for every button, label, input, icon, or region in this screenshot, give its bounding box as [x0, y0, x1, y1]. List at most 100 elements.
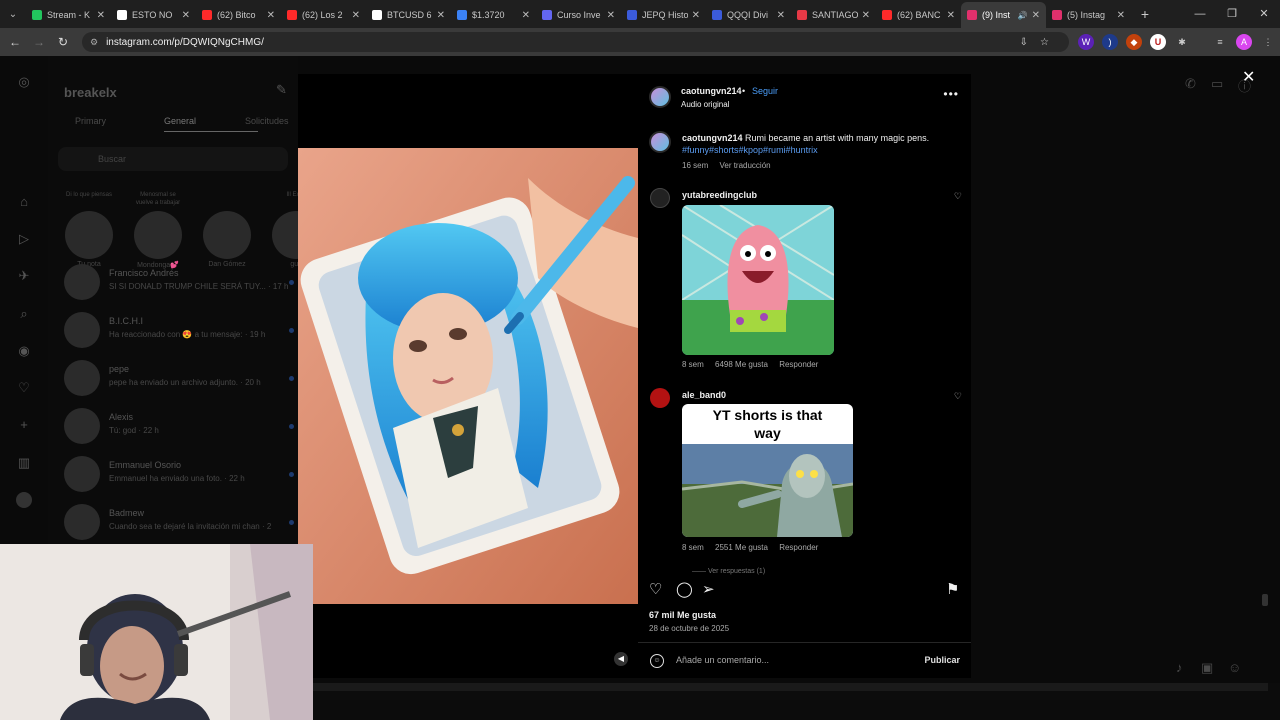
- share-icon[interactable]: ➢: [702, 580, 715, 598]
- tab-close-icon[interactable]: ✕: [352, 10, 360, 21]
- note-item[interactable]: Dan Gómez: [203, 191, 251, 268]
- bookmark-star-icon[interactable]: ☆: [1040, 37, 1061, 48]
- note-item[interactable]: Menosmal se vuelve a trabajar Mondonga💕: [134, 191, 182, 269]
- commenter-avatar[interactable]: [650, 388, 670, 408]
- explore-icon[interactable]: ◉: [16, 343, 32, 359]
- author-avatar[interactable]: [649, 86, 671, 108]
- tab-close-icon[interactable]: ✕: [862, 10, 870, 21]
- like-count[interactable]: 67 mil Me gusta: [649, 610, 716, 620]
- install-icon[interactable]: ⇩: [1020, 37, 1040, 48]
- post-media[interactable]: ◀: [298, 74, 638, 678]
- new-tab-button[interactable]: +: [1131, 6, 1159, 22]
- media-control-icon[interactable]: ≡: [1212, 34, 1228, 50]
- chat-item[interactable]: Francisco Andrés SI SI DONALD TRUMP CHILE…: [64, 264, 294, 304]
- commenter-username[interactable]: yutabreedingclub: [682, 190, 757, 200]
- tab-close-icon[interactable]: ✕: [182, 10, 190, 21]
- dm-username[interactable]: breakelx: [64, 85, 117, 100]
- browser-tab[interactable]: SANTIAGO ✕: [791, 2, 876, 28]
- tab-close-icon[interactable]: ✕: [97, 10, 105, 21]
- note-item[interactable]: Di lo que piensasTu nota: [65, 191, 113, 268]
- caption-avatar[interactable]: [649, 131, 671, 153]
- extensions-puzzle-icon[interactable]: ✱: [1174, 34, 1190, 50]
- like-heart-icon[interactable]: ♡: [649, 580, 662, 598]
- reply-button[interactable]: Responder: [779, 360, 818, 369]
- tab-close-icon[interactable]: ✕: [692, 10, 700, 21]
- home-icon[interactable]: ⌂: [16, 194, 32, 210]
- chat-item[interactable]: pepe pepe ha enviado un archivo adjunto. …: [64, 360, 294, 400]
- dm-search-input[interactable]: Buscar: [58, 147, 288, 171]
- menu-dots-icon[interactable]: ⋮: [1260, 34, 1276, 50]
- comment-like-icon[interactable]: ♡: [954, 391, 962, 402]
- translate-link[interactable]: Ver traducción: [719, 161, 770, 170]
- tab-audio-icon[interactable]: 🔊: [1018, 11, 1028, 20]
- dashboard-icon[interactable]: ▥: [16, 455, 32, 471]
- back-icon[interactable]: ←: [3, 35, 27, 49]
- browser-tab[interactable]: (62) Bitco ✕: [196, 2, 281, 28]
- image-icon[interactable]: ▣: [1201, 660, 1213, 676]
- comment-gif[interactable]: [682, 205, 834, 355]
- page-scrollbar[interactable]: [1262, 594, 1268, 606]
- browser-tab[interactable]: Stream - K ✕: [26, 2, 111, 28]
- caption-username[interactable]: caotungvn214: [682, 133, 743, 143]
- extension-icon[interactable]: ◆: [1126, 34, 1142, 50]
- audio-label[interactable]: Audio original: [681, 100, 729, 109]
- chat-item[interactable]: Badmew Cuando sea te dejaré la invitación…: [64, 504, 294, 544]
- instagram-logo-icon[interactable]: ◎: [16, 74, 32, 90]
- horizontal-scrollbar[interactable]: [313, 683, 1268, 691]
- browser-tab[interactable]: QQQI Divi ✕: [706, 2, 791, 28]
- maximize-button[interactable]: ❐: [1216, 0, 1248, 28]
- emoji-icon[interactable]: ☺: [650, 654, 664, 668]
- comment-gif[interactable]: YT shorts is that way: [682, 404, 853, 537]
- browser-tab[interactable]: Curso Inve ✕: [536, 2, 621, 28]
- tab-close-icon[interactable]: ✕: [777, 10, 785, 21]
- tab-close-icon[interactable]: ✕: [267, 10, 275, 21]
- call-icon[interactable]: ✆: [1185, 76, 1196, 92]
- video-call-icon[interactable]: ▭: [1211, 76, 1223, 92]
- save-bookmark-icon[interactable]: ⚑: [946, 580, 959, 598]
- search-icon[interactable]: ⌕: [16, 306, 32, 322]
- chat-item[interactable]: Alexis Tú: god · 22 h: [64, 408, 294, 448]
- notifications-heart-icon[interactable]: ♡: [16, 380, 32, 396]
- comment-likes[interactable]: 6498 Me gusta: [715, 360, 768, 369]
- reels-icon[interactable]: ▷: [16, 231, 32, 247]
- tab-close-icon[interactable]: ✕: [607, 10, 615, 21]
- site-info-icon[interactable]: ⚙: [90, 37, 98, 48]
- more-options-icon[interactable]: •••: [943, 87, 959, 101]
- tab-close-icon[interactable]: ✕: [1032, 10, 1040, 21]
- new-message-icon[interactable]: ✎: [276, 82, 287, 98]
- tab-close-icon[interactable]: ✕: [437, 10, 445, 21]
- tab-general[interactable]: General: [164, 116, 258, 132]
- follow-button[interactable]: Seguir: [752, 86, 778, 96]
- browser-tab[interactable]: $1.3720 ✕: [451, 2, 536, 28]
- tab-primary[interactable]: Primary: [75, 116, 106, 126]
- tab-close-icon[interactable]: ✕: [1117, 10, 1125, 21]
- author-username[interactable]: caotungvn214: [681, 86, 742, 96]
- commenter-avatar[interactable]: [650, 188, 670, 208]
- commenter-username[interactable]: ale_band0: [682, 390, 726, 400]
- forward-icon[interactable]: →: [27, 35, 51, 49]
- voice-message-icon[interactable]: ♪: [1176, 660, 1183, 675]
- chat-item[interactable]: Emmanuel Osorio Emmanuel ha enviado una f…: [64, 456, 294, 496]
- comment-icon[interactable]: ◯: [676, 580, 693, 598]
- browser-tab[interactable]: (62) BANC ✕: [876, 2, 961, 28]
- caption-hashtags[interactable]: #funny#shorts#kpop#rumi#huntrix: [682, 145, 818, 155]
- extension-icon[interactable]: ): [1102, 34, 1118, 50]
- mute-icon[interactable]: ◀: [614, 652, 628, 666]
- comment-likes[interactable]: 2551 Me gusta: [715, 543, 768, 552]
- tab-close-icon[interactable]: ✕: [522, 10, 530, 21]
- tab-close-icon[interactable]: ✕: [947, 10, 955, 21]
- publish-button[interactable]: Publicar: [924, 655, 960, 665]
- browser-tab[interactable]: (62) Los 2 ✕: [281, 2, 366, 28]
- create-icon[interactable]: +: [16, 417, 32, 433]
- messenger-icon[interactable]: ✈: [16, 268, 32, 284]
- minimize-button[interactable]: —: [1184, 0, 1216, 28]
- profile-icon[interactable]: [16, 492, 32, 508]
- tab-requests[interactable]: Solicitudes: [245, 116, 289, 126]
- browser-tab[interactable]: BTCUSD 6 ✕: [366, 2, 451, 28]
- address-bar[interactable]: ⚙ instagram.com/p/DQWIQNgCHMG/ ⇩☆: [82, 32, 1069, 52]
- extension-icon[interactable]: W: [1078, 34, 1094, 50]
- browser-tab[interactable]: JEPQ Histo ✕: [621, 2, 706, 28]
- chat-item[interactable]: B.I.C.H.I Ha reaccionado con 😍 a tu mensa…: [64, 312, 294, 352]
- profile-avatar[interactable]: A: [1236, 34, 1252, 50]
- close-modal-icon[interactable]: ✕: [1242, 67, 1255, 87]
